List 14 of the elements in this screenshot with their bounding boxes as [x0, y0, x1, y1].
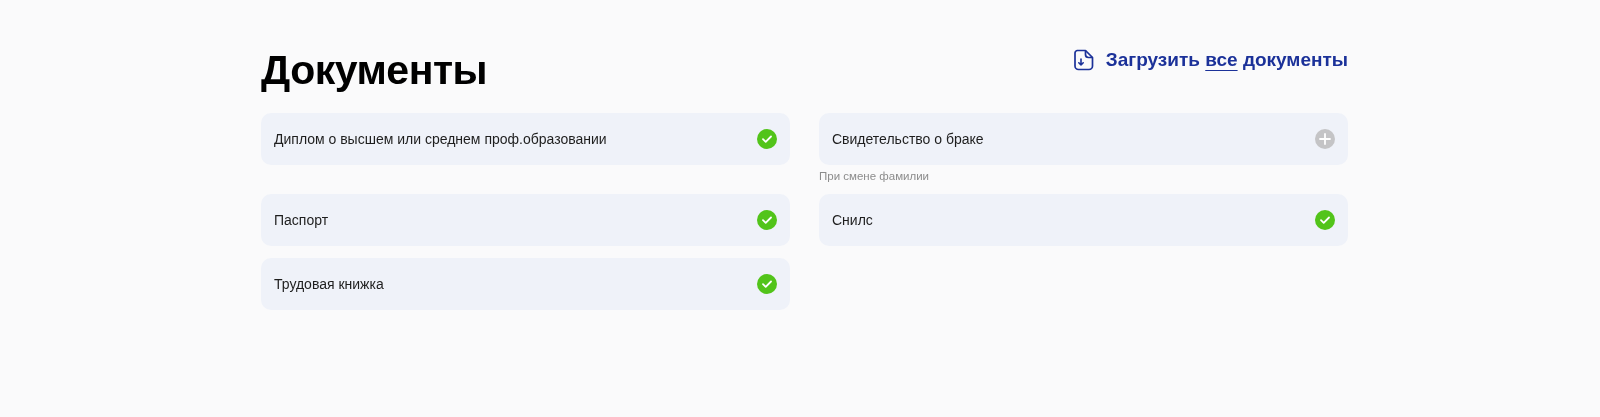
page-title: Документы	[261, 46, 488, 95]
document-name: Снилс	[832, 212, 873, 228]
document-name: Свидетельство о браке	[832, 131, 984, 147]
plus-icon[interactable]	[1315, 129, 1335, 149]
document-name: Трудовая книжка	[274, 276, 384, 292]
document-download-icon	[1072, 49, 1095, 71]
document-card[interactable]: Паспорт	[261, 194, 790, 246]
document-card[interactable]: Диплом о высшем или среднем проф.образовании	[261, 113, 790, 165]
document-card[interactable]: Трудовая книжка	[261, 258, 790, 310]
document-card[interactable]: Свидетельство о браке	[819, 113, 1348, 165]
hint-text: При смене фамилии	[819, 170, 931, 182]
document-card[interactable]: Снилс	[819, 194, 1348, 246]
document-name: Паспорт	[274, 212, 329, 228]
document-name: Диплом о высшем или среднем проф.образовании	[274, 131, 607, 147]
